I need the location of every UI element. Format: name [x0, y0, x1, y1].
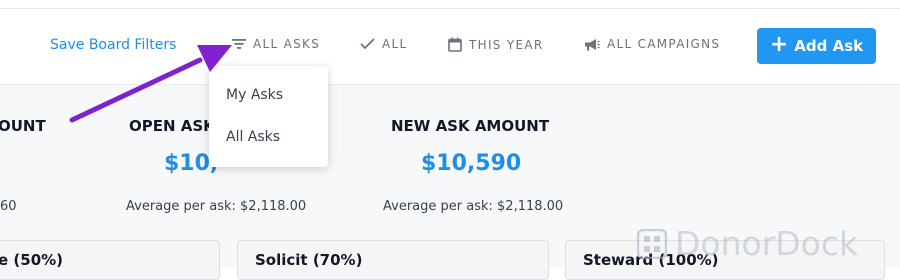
annotation-arrow	[69, 45, 232, 123]
